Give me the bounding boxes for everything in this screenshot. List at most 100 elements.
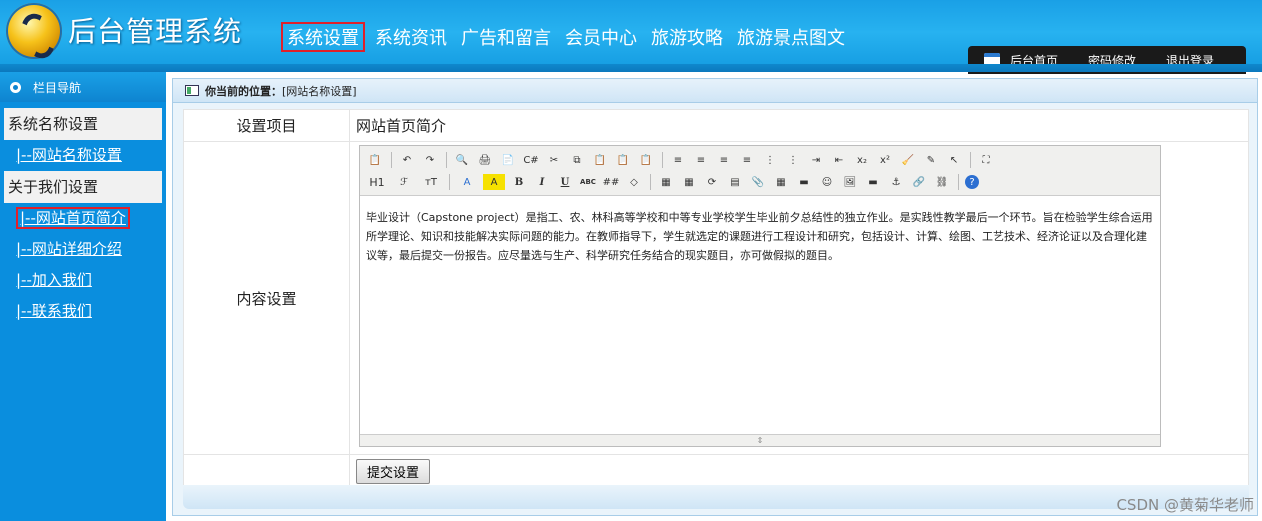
preview-icon[interactable]: 🔍 <box>453 152 471 168</box>
heading-icon[interactable]: H1 <box>366 174 388 190</box>
indent-icon[interactable]: ⇥ <box>807 152 825 168</box>
site-title: 后台管理系统 <box>68 15 243 48</box>
highlight-icon[interactable]: A <box>483 174 505 190</box>
font-size-icon[interactable]: тT <box>420 174 442 190</box>
breadcrumb-value: [网站名称设置] <box>282 84 357 98</box>
insert-image-icon[interactable]: 🖼 <box>841 174 859 190</box>
subscript-icon[interactable]: x₂ <box>853 152 871 168</box>
copy-icon[interactable]: ⧉ <box>568 152 586 168</box>
font-color-icon[interactable]: A <box>456 174 478 190</box>
outdent-icon[interactable]: ⇤ <box>830 152 848 168</box>
attachment-icon[interactable]: 📎 <box>749 174 767 190</box>
sidebar-item-contact-us[interactable]: |--联系我们 <box>0 296 166 327</box>
image-icon[interactable]: ▦ <box>657 174 675 190</box>
page-break-icon[interactable]: ▬ <box>864 174 882 190</box>
flash-icon[interactable]: ⟳ <box>703 174 721 190</box>
print-icon[interactable]: 🖨 <box>476 152 494 168</box>
horizontal-rule-icon[interactable]: ▬ <box>795 174 813 190</box>
clear-format-icon[interactable]: 🧹 <box>899 152 917 168</box>
bold-icon[interactable]: B <box>510 174 528 190</box>
rich-text-editor: 📋 ↶ ↷ 🔍 🖨 📄 C# ✂ ⧉ 📋 📋 📋 ≡ ≡ ≡ ≡ ⋮ ⋮ ⇥ ⇤… <box>359 145 1161 447</box>
sidebar-item-label[interactable]: |--网站首页简介 <box>16 207 130 229</box>
undo-icon[interactable]: ↶ <box>398 152 416 168</box>
nav-member-center[interactable]: 会员中心 <box>565 24 637 50</box>
header: 后台管理系统 系统设置 系统资讯 广告和留言 会员中心 旅游攻略 旅游景点图文 … <box>0 0 1262 74</box>
cut-icon[interactable]: ✂ <box>545 152 563 168</box>
underline-icon[interactable]: U <box>556 174 574 190</box>
sidebar-item-join-us[interactable]: |--加入我们 <box>0 265 166 296</box>
table-row: 提交设置 <box>183 454 1249 489</box>
sidebar-item-site-name[interactable]: |--网站名称设置 <box>0 140 166 171</box>
line-height-icon[interactable]: ## <box>602 174 620 190</box>
change-password-link[interactable]: 密码修改 <box>1088 52 1136 69</box>
code-icon[interactable]: C# <box>522 152 540 168</box>
sidebar-group-system-name[interactable]: 系统名称设置 <box>4 108 162 140</box>
breadcrumb-label: 你当前的位置： <box>205 84 282 98</box>
redo-icon[interactable]: ↷ <box>421 152 439 168</box>
paste-word-icon[interactable]: 📋 <box>637 152 655 168</box>
table-icon[interactable]: ▦ <box>772 174 790 190</box>
setting-item-label: 设置项目 <box>183 109 350 142</box>
sidebar-group-about-us[interactable]: 关于我们设置 <box>4 171 162 203</box>
bullet-icon <box>10 81 21 93</box>
breadcrumb: 你当前的位置： [网站名称设置] <box>173 79 1257 103</box>
italic-icon[interactable]: I <box>533 174 551 190</box>
nav-scenic-spots[interactable]: 旅游景点图文 <box>737 24 845 50</box>
logout-link[interactable]: 退出登录 <box>1166 52 1214 69</box>
source-icon[interactable]: 📋 <box>366 152 384 168</box>
emoticon-icon[interactable]: ☺ <box>818 174 836 190</box>
align-center-icon[interactable]: ≡ <box>692 152 710 168</box>
sidebar-item-home-intro[interactable]: |--网站首页简介 <box>0 203 166 234</box>
main-footer-bar <box>183 485 1249 509</box>
superscript-icon[interactable]: x² <box>876 152 894 168</box>
top-nav: 系统设置 系统资讯 广告和留言 会员中心 旅游攻略 旅游景点图文 <box>281 22 859 52</box>
editor-content-area[interactable]: 毕业设计（Capstone project）是指工、农、林科高等学校和中等专业学… <box>360 196 1160 434</box>
font-family-icon[interactable]: ℱ <box>393 174 415 190</box>
format-painter-icon[interactable]: ✎ <box>922 152 940 168</box>
header-toolbar: 后台首页 密码修改 退出登录 <box>968 46 1246 74</box>
editor-resize-handle[interactable]: ⇕ <box>360 434 1160 446</box>
logo-icon <box>6 3 62 59</box>
sidebar-item-detail-intro[interactable]: |--网站详细介绍 <box>0 234 166 265</box>
book-icon <box>185 85 199 96</box>
unlink-icon[interactable]: ⛓ <box>933 174 951 190</box>
anchor-icon[interactable]: ⚓ <box>887 174 905 190</box>
setting-item-value: 网站首页简介 <box>349 109 1249 142</box>
media-icon[interactable]: ▤ <box>726 174 744 190</box>
sidebar-item-label[interactable]: |--加入我们 <box>16 271 92 289</box>
empty-cell <box>183 454 350 489</box>
unordered-list-icon[interactable]: ⋮ <box>784 152 802 168</box>
strikethrough-icon[interactable]: ABC <box>579 174 597 190</box>
fullscreen-icon[interactable]: ⛶ <box>977 152 995 168</box>
ordered-list-icon[interactable]: ⋮ <box>761 152 779 168</box>
nav-system-settings[interactable]: 系统设置 <box>281 22 365 52</box>
paste-text-icon[interactable]: 📋 <box>614 152 632 168</box>
help-icon[interactable]: ? <box>965 175 979 189</box>
eraser-icon[interactable]: ◇ <box>625 174 643 190</box>
paste-icon[interactable]: 📋 <box>591 152 609 168</box>
main-panel: 你当前的位置： [网站名称设置] 设置项目 网站首页简介 内容设置 提交设置 📋… <box>172 78 1258 516</box>
nav-ads-messages[interactable]: 广告和留言 <box>461 24 551 50</box>
nav-system-news[interactable]: 系统资讯 <box>375 24 447 50</box>
align-right-icon[interactable]: ≡ <box>715 152 733 168</box>
multi-image-icon[interactable]: ▦ <box>680 174 698 190</box>
watermark: CSDN @黄菊华老师 <box>1116 496 1254 514</box>
sidebar-item-label[interactable]: |--网站名称设置 <box>16 146 122 164</box>
table-row: 设置项目 网站首页简介 <box>183 109 1249 142</box>
calendar-icon <box>984 53 1000 67</box>
align-justify-icon[interactable]: ≡ <box>738 152 756 168</box>
editor-toolbar: 📋 ↶ ↷ 🔍 🖨 📄 C# ✂ ⧉ 📋 📋 📋 ≡ ≡ ≡ ≡ ⋮ ⋮ ⇥ ⇤… <box>360 146 1160 196</box>
submit-button[interactable]: 提交设置 <box>356 459 431 484</box>
content-label: 内容设置 <box>183 141 350 455</box>
sidebar-item-label[interactable]: |--联系我们 <box>16 302 92 320</box>
template-icon[interactable]: 📄 <box>499 152 517 168</box>
admin-home-link[interactable]: 后台首页 <box>1010 52 1058 69</box>
align-left-icon[interactable]: ≡ <box>669 152 687 168</box>
link-icon[interactable]: 🔗 <box>910 174 928 190</box>
sidebar-item-label[interactable]: |--网站详细介绍 <box>16 240 122 258</box>
sidebar-header-label: 栏目导航 <box>33 80 82 95</box>
select-all-icon[interactable]: ↖ <box>945 152 963 168</box>
sidebar: 栏目导航 系统名称设置 |--网站名称设置 关于我们设置 |--网站首页简介 |… <box>0 72 166 521</box>
editor-toolbar-row-1: 📋 ↶ ↷ 🔍 🖨 📄 C# ✂ ⧉ 📋 📋 📋 ≡ ≡ ≡ ≡ ⋮ ⋮ ⇥ ⇤… <box>366 149 1154 171</box>
nav-travel-guides[interactable]: 旅游攻略 <box>651 24 723 50</box>
